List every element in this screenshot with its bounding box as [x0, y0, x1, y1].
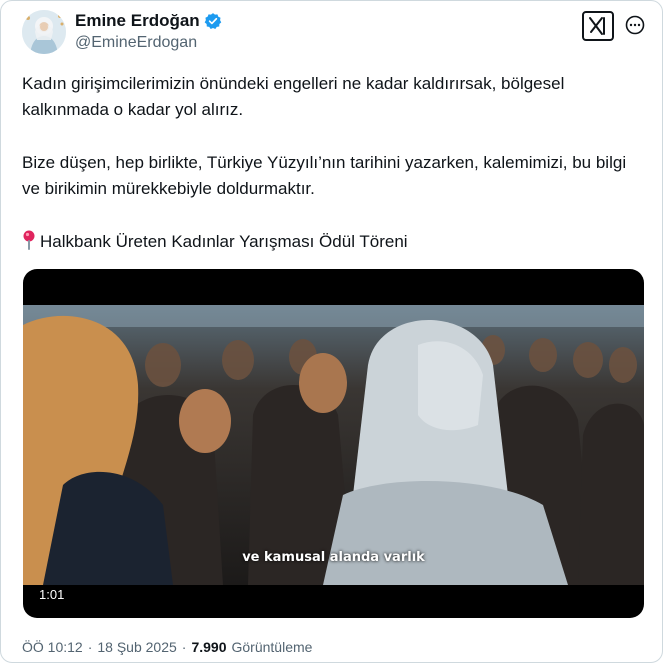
avatar-photo: [22, 10, 66, 54]
tweet-paragraph: Kadın girişimcilerimizin önündeki engell…: [22, 74, 565, 119]
tweet-text: Kadın girişimcilerimizin önündeki engell…: [22, 71, 642, 285]
video-frame: [23, 305, 644, 585]
verified-badge-icon: [204, 12, 222, 30]
tweet-date[interactable]: 18 Şub 2025: [97, 639, 176, 655]
event-title: Halkbank Üreten Kadınlar Yarışması Ödül …: [40, 232, 408, 251]
meta-separator: ·: [87, 639, 93, 655]
tweet-paragraph: Bize düşen, hep birlikte, Türkiye Yüzyıl…: [22, 153, 627, 198]
tweet-event-line: Halkbank Üreten Kadınlar Yarışması Ödül …: [22, 229, 642, 258]
video-duration: 1:01: [39, 587, 65, 602]
round-pushpin-icon: [22, 230, 36, 258]
video-caption: ve kamusal alanda varlık: [242, 550, 425, 565]
tweet-card: Emine Erdoğan @EmineErdogan Kadın girişi…: [0, 0, 663, 663]
author-handle[interactable]: @EmineErdogan: [75, 34, 197, 52]
x-logo-icon[interactable]: [582, 11, 614, 41]
meta-separator: ·: [181, 639, 187, 655]
video-player[interactable]: ve kamusal alanda varlık 1:01: [23, 269, 644, 618]
author-name[interactable]: Emine Erdoğan: [75, 11, 200, 31]
tweet-meta: ÖÖ 10:12 · 18 Şub 2025 · 7.990 Görüntüle…: [22, 639, 312, 655]
author-name-row[interactable]: Emine Erdoğan: [75, 11, 222, 31]
avatar[interactable]: [22, 10, 66, 54]
view-count: 7.990: [191, 639, 227, 655]
view-label: Görüntüleme: [231, 639, 313, 655]
more-options-icon[interactable]: [625, 15, 645, 35]
tweet-time[interactable]: ÖÖ 10:12: [22, 639, 83, 655]
